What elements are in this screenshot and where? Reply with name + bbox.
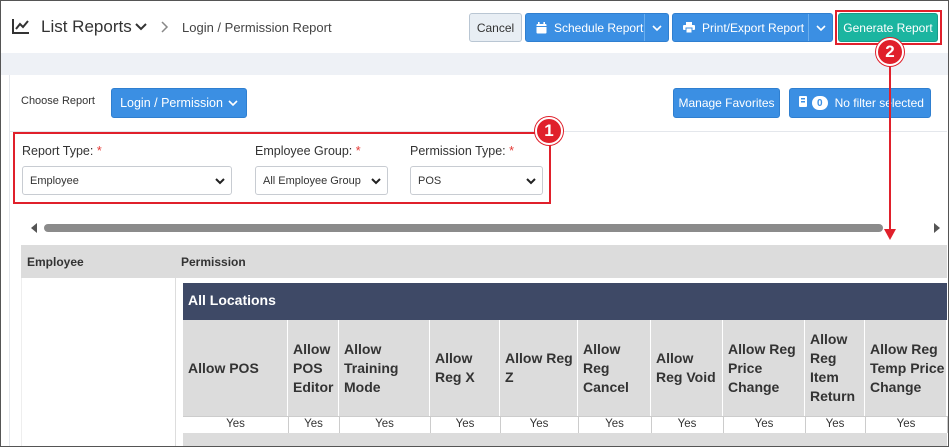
schedule-dropdown-toggle[interactable]: [644, 14, 668, 41]
print-export-button[interactable]: Print/Export Report: [672, 13, 833, 42]
table-header: [21, 245, 947, 278]
chevron-right-icon: [161, 21, 169, 33]
highlight-filters: [13, 132, 551, 204]
filter-label: No filter selected: [834, 96, 924, 110]
permission-value-cell: Yes: [677, 418, 697, 430]
column-permission: Permission: [181, 255, 246, 269]
calendar-icon: [536, 21, 547, 34]
choose-report-label: Choose Report: [21, 95, 95, 107]
location-header: [183, 283, 947, 320]
permission-value-cell: Yes: [754, 418, 774, 430]
scroll-right-icon[interactable]: [933, 223, 941, 233]
filter-count-badge: 0: [812, 96, 828, 110]
permission-value-cell: Yes: [605, 418, 624, 430]
scrollbar-thumb[interactable]: [44, 224, 883, 232]
line-chart-icon: [12, 19, 29, 34]
permission-column-header: Allow Training Mode: [339, 320, 430, 416]
callout-2: 2: [876, 38, 904, 66]
annotation-arrow: [889, 54, 891, 230]
permission-value-cell: Yes: [375, 418, 394, 430]
filter-button[interactable]: 0 No filter selected: [789, 88, 931, 118]
printer-icon: [683, 22, 695, 33]
permission-column-header: Allow POS Editor: [288, 320, 339, 416]
permission-column-header: Allow Reg Item Return: [805, 320, 865, 416]
print-export-label: Print/Export Report: [702, 20, 805, 35]
filter-icon: [799, 96, 807, 110]
permission-value-cell: Yes: [529, 418, 549, 430]
schedule-report-button[interactable]: Schedule Report: [525, 13, 669, 42]
permission-value-cell: Yes: [455, 418, 475, 430]
choose-report-dropdown[interactable]: Login / Permission: [111, 88, 247, 118]
permission-value-cell: Yes: [896, 418, 916, 430]
schedule-report-label: Schedule Report: [554, 20, 644, 35]
permission-value-cell: Yes: [825, 418, 845, 430]
scroll-left-icon[interactable]: [30, 223, 38, 233]
permission-value-cell: Yes: [304, 418, 323, 430]
header-separator: [1, 53, 948, 75]
permission-column-header: Allow POS: [183, 320, 288, 416]
page-title[interactable]: List Reports: [41, 17, 132, 37]
chevron-down-icon[interactable]: [134, 20, 148, 34]
permission-column-header: Allow Reg Cancel: [578, 320, 651, 416]
chevron-down-icon: [815, 24, 826, 31]
choose-report-value: Login / Permission: [120, 96, 223, 110]
chevron-down-icon: [651, 24, 662, 31]
cell-divider: [947, 416, 948, 433]
print-dropdown-toggle[interactable]: [808, 14, 832, 41]
permission-column-header: Allow Reg X: [430, 320, 500, 416]
location-title: All Locations: [188, 292, 276, 308]
breadcrumb: Login / Permission Report: [182, 20, 332, 35]
chevron-down-icon: [228, 100, 238, 107]
table-row-next: [183, 433, 947, 446]
permission-value-cell: Yes: [226, 418, 245, 430]
column-employee: Employee: [27, 255, 84, 269]
cancel-button[interactable]: Cancel: [469, 13, 522, 42]
employee-column-body: [21, 278, 176, 446]
callout-1: 1: [535, 117, 563, 145]
permission-column-header: Allow Reg Void: [651, 320, 723, 416]
permission-column-header: Allow Reg Temp Price Change: [865, 320, 947, 416]
permission-column-header: Allow Reg Z: [500, 320, 578, 416]
manage-favorites-button[interactable]: Manage Favorites: [673, 88, 780, 118]
permission-column-header: Allow Reg Price Change: [723, 320, 805, 416]
arrow-head-icon: [884, 229, 896, 240]
